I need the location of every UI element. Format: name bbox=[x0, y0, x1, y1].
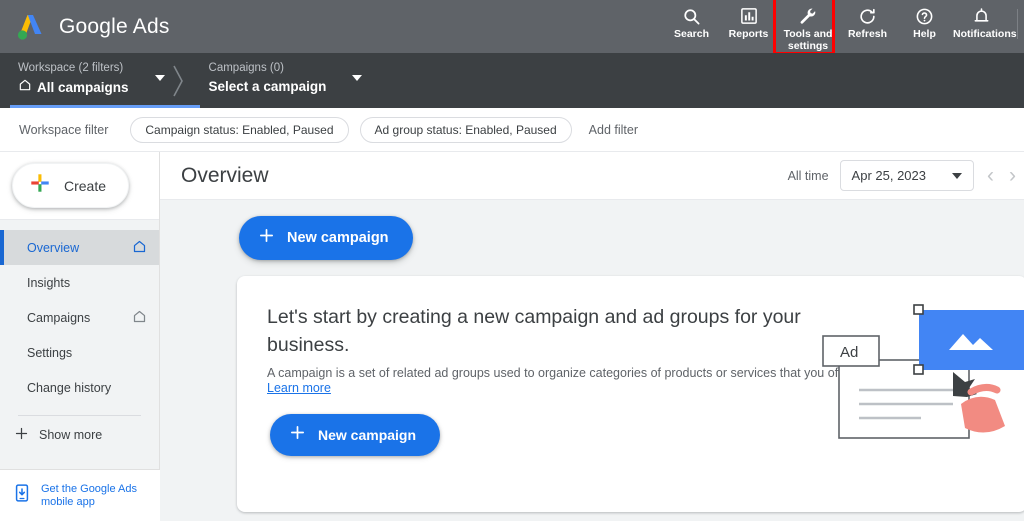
sidebar-item-change-history[interactable]: Change history bbox=[0, 370, 159, 405]
new-campaign-button-top[interactable]: New campaign bbox=[239, 216, 413, 260]
top-action-label: Refresh bbox=[847, 28, 888, 40]
bell-icon bbox=[972, 5, 991, 27]
wrench-tools-icon bbox=[798, 5, 818, 27]
filter-chip-ad-group-status[interactable]: Ad group status: Enabled, Paused bbox=[359, 116, 572, 143]
breadcrumb-workspace-caret-icon[interactable] bbox=[154, 75, 165, 81]
top-action-tools-and-settings[interactable]: Tools and settings bbox=[773, 0, 839, 55]
breadcrumb-campaign-main: Select a campaign bbox=[208, 79, 327, 94]
breadcrumb-separator-icon bbox=[165, 53, 191, 108]
sidebar-item-overview[interactable]: Overview bbox=[0, 230, 159, 265]
page-title: Overview bbox=[181, 163, 269, 187]
workspace-filter-bar: Workspace filter Campaign status: Enable… bbox=[0, 108, 1024, 152]
card-body-text: A campaign is a set of related ad groups… bbox=[267, 366, 856, 380]
main-content: New campaign Let's start by creating a n… bbox=[160, 200, 1024, 521]
google-ads-logo-icon bbox=[14, 12, 48, 42]
home-icon bbox=[132, 309, 147, 327]
sidebar-show-more-button[interactable]: Show more bbox=[0, 416, 159, 454]
plus-icon bbox=[14, 426, 29, 444]
google-plus-icon bbox=[29, 172, 51, 199]
top-action-search[interactable]: Search bbox=[663, 0, 720, 53]
home-icon bbox=[18, 78, 32, 97]
create-button[interactable]: Create bbox=[12, 163, 130, 208]
breadcrumb-campaign-sublabel: Campaigns (0) bbox=[208, 62, 284, 74]
breadcrumb-bar: Workspace (2 filters) All campaigns Camp… bbox=[0, 53, 1024, 108]
breadcrumb-campaign[interactable]: Campaigns (0) Select a campaign bbox=[191, 53, 327, 108]
card-heading: Let's start by creating a new campaign a… bbox=[267, 306, 801, 356]
create-button-zone: Create bbox=[0, 152, 159, 220]
top-action-label: Help bbox=[913, 28, 936, 40]
breadcrumb-workspace-main: All campaigns bbox=[18, 78, 129, 97]
new-campaign-button-card[interactable]: New campaign bbox=[270, 414, 441, 456]
top-action-label: Tools and settings bbox=[783, 28, 833, 52]
new-campaign-top-label: New campaign bbox=[287, 230, 389, 246]
create-button-label: Create bbox=[64, 177, 107, 194]
search-icon bbox=[682, 5, 701, 27]
svg-text:Ad: Ad bbox=[840, 344, 858, 361]
get-started-card: Let's start by creating a new campaign a… bbox=[237, 276, 1024, 512]
left-sidebar: Create Overview Insights Campaigns Setti… bbox=[0, 152, 160, 521]
top-action-label: Notifications bbox=[953, 28, 1017, 40]
filter-chip-campaign-status[interactable]: Campaign status: Enabled, Paused bbox=[130, 116, 349, 143]
top-action-refresh[interactable]: Refresh bbox=[839, 0, 896, 53]
sidebar-item-label: Campaigns bbox=[27, 310, 91, 325]
date-range-controls: All time Apr 25, 2023 ‹ › bbox=[788, 160, 1018, 191]
chevron-down-icon bbox=[952, 172, 962, 179]
chevron-left-icon[interactable]: ‹ bbox=[985, 165, 996, 186]
sidebar-item-label: Settings bbox=[27, 345, 73, 360]
sidebar-show-more-label: Show more bbox=[39, 428, 103, 442]
brand-logo-area[interactable]: Google Ads bbox=[0, 12, 170, 42]
top-action-reports[interactable]: Reports bbox=[720, 0, 777, 53]
mobile-app-label: Get the Google Ads mobile app bbox=[41, 482, 138, 508]
sidebar-item-label: Change history bbox=[27, 380, 112, 395]
home-icon bbox=[132, 239, 147, 257]
mobile-app-download-icon bbox=[12, 483, 32, 508]
learn-more-link[interactable]: Learn more bbox=[267, 381, 331, 395]
breadcrumb-campaign-caret-icon[interactable] bbox=[352, 75, 363, 81]
breadcrumb-workspace-sublabel: Workspace (2 filters) bbox=[18, 62, 124, 74]
sidebar-item-insights[interactable]: Insights bbox=[0, 265, 159, 300]
refresh-icon bbox=[858, 5, 877, 27]
new-campaign-card-label: New campaign bbox=[318, 427, 417, 443]
sidebar-nav: Overview Insights Campaigns Settings Cha… bbox=[0, 220, 159, 405]
date-picker-value: Apr 25, 2023 bbox=[851, 168, 926, 183]
plus-icon bbox=[289, 424, 306, 446]
sidebar-item-label: Overview bbox=[27, 240, 80, 255]
reports-bar-chart-icon bbox=[740, 5, 758, 27]
ad-builder-illustration: Ad bbox=[811, 292, 1024, 492]
top-action-label: Search bbox=[673, 28, 710, 40]
breadcrumb-workspace-text: All campaigns bbox=[37, 79, 129, 95]
top-action-notifications[interactable]: Notifications bbox=[953, 0, 1017, 53]
mobile-app-promo[interactable]: Get the Google Ads mobile app bbox=[0, 469, 160, 521]
header-divider bbox=[1017, 9, 1018, 39]
date-range-label: All time bbox=[787, 168, 829, 183]
brand-name: Google Ads bbox=[59, 14, 170, 38]
sidebar-item-label: Insights bbox=[27, 275, 71, 290]
workspace-filter-label: Workspace filter bbox=[19, 122, 109, 137]
plus-icon bbox=[258, 227, 275, 249]
chevron-right-icon[interactable]: › bbox=[1007, 165, 1018, 186]
page-header: Overview All time Apr 25, 2023 ‹ › bbox=[160, 152, 1024, 200]
top-action-label: Reports bbox=[728, 28, 769, 40]
help-question-icon bbox=[915, 5, 934, 27]
breadcrumb-workspace[interactable]: Workspace (2 filters) All campaigns bbox=[0, 53, 200, 108]
top-action-help[interactable]: Help bbox=[896, 0, 953, 53]
date-picker[interactable]: Apr 25, 2023 bbox=[839, 160, 974, 191]
sidebar-item-campaigns[interactable]: Campaigns bbox=[0, 300, 159, 335]
sidebar-item-settings[interactable]: Settings bbox=[0, 335, 159, 370]
top-header-bar: Google Ads Search Reports Tools and sett… bbox=[0, 0, 1024, 55]
add-filter-button[interactable]: Add filter bbox=[589, 123, 638, 137]
top-actions-group: Search Reports Tools and settings Refres… bbox=[663, 0, 1024, 55]
